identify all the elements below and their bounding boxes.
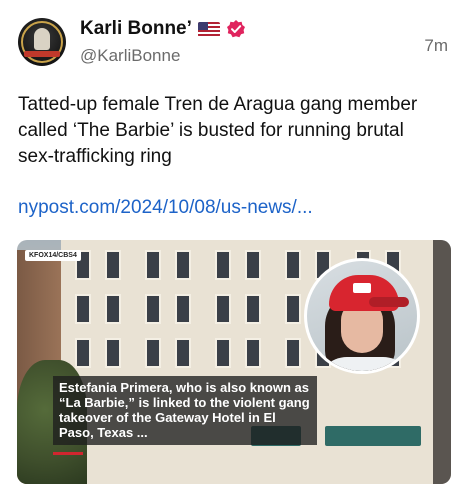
avatar-logo-text — [24, 51, 60, 57]
building-window — [175, 338, 191, 368]
author-info: Karli Bonne’ @KarliBonne — [80, 16, 246, 66]
building-window — [285, 250, 301, 280]
building-window — [105, 338, 121, 368]
building-window — [145, 338, 161, 368]
portrait-inset — [304, 258, 420, 374]
building-window — [145, 250, 161, 280]
building-window — [145, 294, 161, 324]
building-window — [175, 250, 191, 280]
avatar-figure — [34, 28, 50, 50]
building-window — [75, 294, 91, 324]
station-tag: KFOX14/CBS4 — [25, 250, 81, 261]
caption-accent-bar — [53, 452, 83, 455]
article-link[interactable]: nypost.com/2024/10/08/us-news/... — [18, 197, 313, 219]
avatar[interactable] — [18, 18, 66, 66]
awning — [325, 426, 421, 446]
building-window — [175, 294, 191, 324]
building-window — [285, 338, 301, 368]
display-name[interactable]: Karli Bonne’ — [80, 18, 192, 40]
cap-logo — [353, 283, 371, 293]
building-window — [215, 294, 231, 324]
us-flag-icon — [197, 21, 220, 37]
cap-brim — [369, 297, 409, 307]
post-header: Karli Bonne’ @KarliBonne 7m — [18, 14, 450, 74]
post-text: Tatted-up female Tren de Aragua gang mem… — [18, 94, 418, 167]
building-window — [245, 338, 261, 368]
news-caption: Estefania Primera, who is also known as … — [53, 376, 317, 445]
post-media-image[interactable]: KFOX14/CBS4 Estefania Primera, who is al… — [17, 240, 451, 484]
building-window — [105, 250, 121, 280]
timestamp: 7m — [424, 36, 448, 55]
building-window — [215, 250, 231, 280]
building-window — [285, 294, 301, 324]
building-window — [245, 294, 261, 324]
building-window — [105, 294, 121, 324]
building-window — [75, 338, 91, 368]
display-name-row: Karli Bonne’ — [80, 16, 246, 42]
building-window — [245, 250, 261, 280]
building-window — [215, 338, 231, 368]
user-handle[interactable]: @KarliBonne — [80, 46, 246, 66]
building-right — [433, 240, 451, 484]
verified-badge-icon — [226, 19, 246, 39]
